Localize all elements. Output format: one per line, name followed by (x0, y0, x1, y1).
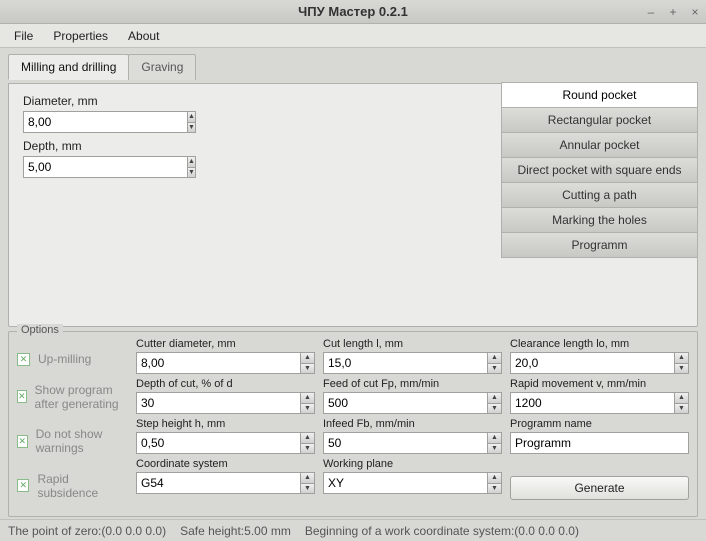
spin-down-icon[interactable]: ▼ (301, 444, 314, 454)
cutter-d-label: Cutter diameter, mm (136, 338, 315, 350)
status-wcs: Beginning of a work coordinate system:(0… (305, 524, 579, 538)
spin-down-icon[interactable]: ▼ (675, 404, 688, 414)
status-safe: Safe height:5.00 mm (180, 524, 291, 538)
spin-up-icon[interactable]: ▲ (488, 393, 501, 404)
spin-down-icon[interactable]: ▼ (188, 168, 195, 178)
feed-fp-input[interactable] (323, 392, 487, 414)
tab-graving[interactable]: Graving (128, 54, 196, 80)
clearance-label: Clearance length lo, mm (510, 338, 689, 350)
op-annular-pocket[interactable]: Annular pocket (501, 132, 698, 158)
menu-properties[interactable]: Properties (45, 27, 116, 45)
spin-down-icon[interactable]: ▼ (488, 444, 501, 454)
show-program-label: Show program after generating (35, 383, 128, 411)
spin-up-icon[interactable]: ▲ (488, 473, 501, 484)
check-show-program[interactable]: ✕ (17, 390, 27, 403)
generate-button[interactable]: Generate (510, 476, 689, 500)
spin-up-icon[interactable]: ▲ (301, 393, 314, 404)
spin-up-icon[interactable]: ▲ (675, 353, 688, 364)
spin-down-icon[interactable]: ▼ (301, 404, 314, 414)
spin-up-icon[interactable]: ▲ (488, 353, 501, 364)
coord-input[interactable] (136, 472, 300, 494)
step-h-label: Step height h, mm (136, 418, 315, 430)
check-up-milling[interactable]: ✕ (17, 353, 30, 366)
window-title: ЧПУ Мастер 0.2.1 (298, 4, 408, 19)
op-cutting-path[interactable]: Cutting a path (501, 182, 698, 208)
depth-label: Depth, mm (23, 139, 375, 153)
op-round-pocket[interactable]: Round pocket (501, 82, 698, 108)
minimize-icon[interactable]: – (644, 5, 658, 19)
depth-cut-label: Depth of cut, % of d (136, 378, 315, 390)
plane-label: Working plane (323, 458, 502, 470)
plane-input[interactable] (323, 472, 487, 494)
cut-len-label: Cut length l, mm (323, 338, 502, 350)
check-rapid-subsidence[interactable]: ✕ (17, 479, 29, 492)
spin-up-icon[interactable]: ▲ (675, 393, 688, 404)
maximize-icon[interactable]: + (666, 5, 680, 19)
options-group: Options ✕Up-milling ✕Show program after … (8, 331, 698, 517)
tab-milling[interactable]: Milling and drilling (8, 54, 129, 80)
spin-up-icon[interactable]: ▲ (488, 433, 501, 444)
op-marking-holes[interactable]: Marking the holes (501, 207, 698, 233)
menu-bar: File Properties About (0, 24, 706, 48)
spin-up-icon[interactable]: ▲ (188, 112, 195, 123)
tab-pane: Diameter, mm ▲▼ Depth, mm ▲▼ Round pocke… (8, 83, 698, 327)
step-h-input[interactable] (136, 432, 300, 454)
no-warnings-label: Do not show warnings (36, 427, 128, 455)
status-zero: The point of zero:(0.0 0.0 0.0) (8, 524, 166, 538)
spin-down-icon[interactable]: ▼ (488, 364, 501, 374)
status-bar: The point of zero:(0.0 0.0 0.0) Safe hei… (0, 519, 706, 541)
spin-up-icon[interactable]: ▲ (301, 353, 314, 364)
infeed-input[interactable] (323, 432, 487, 454)
title-bar: ЧПУ Мастер 0.2.1 – + × (0, 0, 706, 24)
infeed-label: Infeed Fb, mm/min (323, 418, 502, 430)
close-icon[interactable]: × (688, 5, 702, 19)
rapid-sub-label: Rapid subsidence (37, 472, 128, 500)
op-rectangular-pocket[interactable]: Rectangular pocket (501, 107, 698, 133)
cut-len-input[interactable] (323, 352, 487, 374)
spin-up-icon[interactable]: ▲ (188, 157, 195, 168)
spin-up-icon[interactable]: ▲ (301, 473, 314, 484)
options-legend: Options (17, 324, 63, 336)
spin-down-icon[interactable]: ▼ (301, 484, 314, 494)
tab-bar: Milling and drilling Graving (8, 54, 698, 80)
op-programm[interactable]: Programm (501, 232, 698, 258)
operation-list: Round pocket Rectangular pocket Annular … (501, 83, 698, 258)
spin-down-icon[interactable]: ▼ (301, 364, 314, 374)
rapid-v-input[interactable] (510, 392, 674, 414)
diameter-label: Diameter, mm (23, 94, 375, 108)
op-direct-pocket[interactable]: Direct pocket with square ends (501, 157, 698, 183)
up-milling-label: Up-milling (38, 352, 91, 366)
cutter-d-input[interactable] (136, 352, 300, 374)
coord-label: Coordinate system (136, 458, 315, 470)
progname-input[interactable] (510, 432, 689, 454)
spin-down-icon[interactable]: ▼ (188, 123, 195, 133)
spin-up-icon[interactable]: ▲ (301, 433, 314, 444)
rapid-v-label: Rapid movement v, mm/min (510, 378, 689, 390)
clearance-input[interactable] (510, 352, 674, 374)
menu-file[interactable]: File (6, 27, 41, 45)
depth-input[interactable] (23, 156, 187, 178)
spin-down-icon[interactable]: ▼ (488, 404, 501, 414)
progname-label: Programm name (510, 418, 689, 430)
spin-down-icon[interactable]: ▼ (488, 484, 501, 494)
menu-about[interactable]: About (120, 27, 167, 45)
spin-down-icon[interactable]: ▼ (675, 364, 688, 374)
depth-cut-input[interactable] (136, 392, 300, 414)
diameter-input[interactable] (23, 111, 187, 133)
check-no-warnings[interactable]: ✕ (17, 435, 28, 448)
feed-fp-label: Feed of cut Fp, mm/min (323, 378, 502, 390)
